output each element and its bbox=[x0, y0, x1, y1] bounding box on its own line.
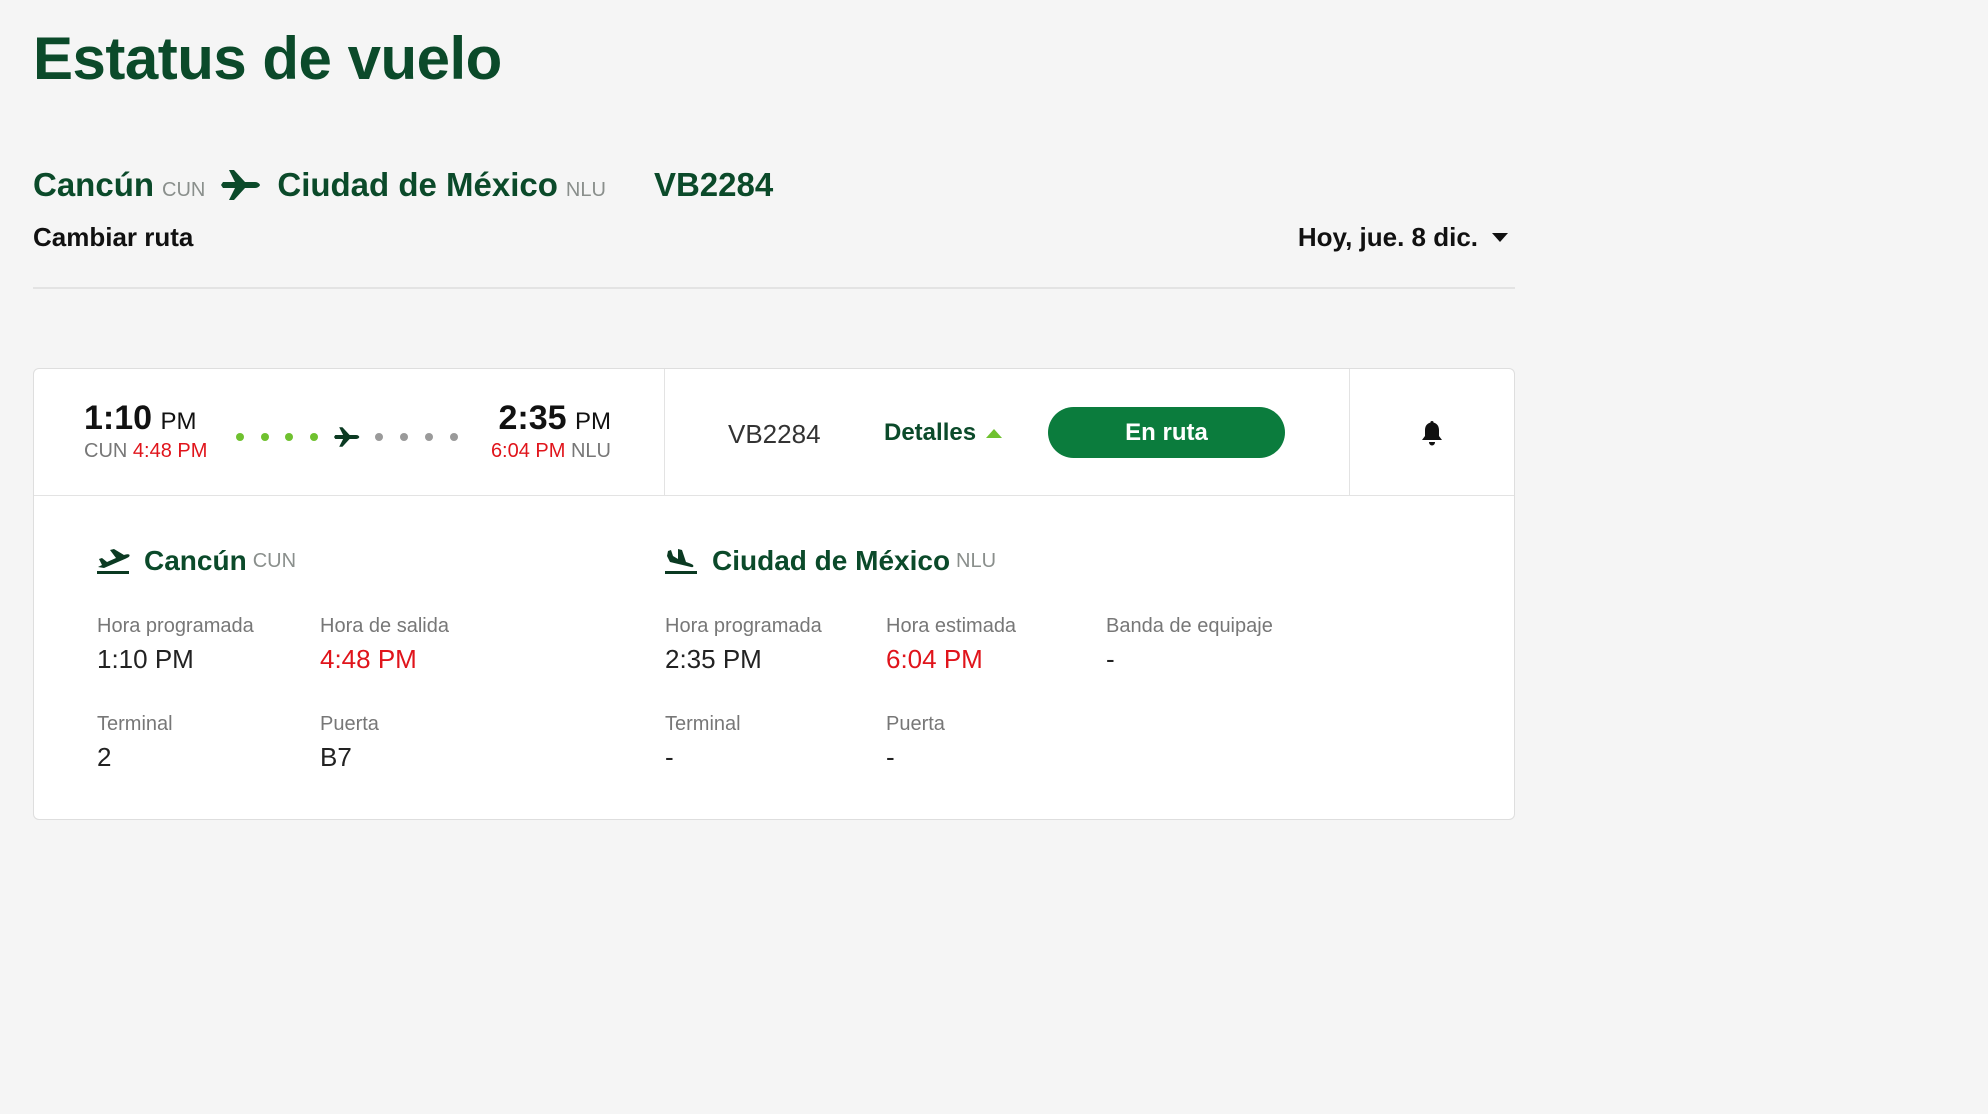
field-label: Terminal bbox=[97, 713, 173, 735]
departure-time: 1:10 bbox=[84, 399, 153, 437]
details-label: Detalles bbox=[884, 419, 977, 446]
divider bbox=[664, 369, 665, 496]
arrival-estimated-time: 6:04 PM bbox=[490, 440, 566, 462]
arrival-terminal-field: Terminal - bbox=[665, 713, 741, 773]
flight-code: VB2284 bbox=[728, 419, 821, 449]
plane-icon bbox=[221, 170, 261, 200]
field-value: 2:35 PM bbox=[665, 644, 762, 674]
progress-dot bbox=[285, 433, 293, 441]
bell-icon[interactable] bbox=[1420, 419, 1444, 447]
caret-up-icon bbox=[986, 428, 1003, 438]
field-label: Hora programada bbox=[97, 615, 254, 637]
departure-code: CUN bbox=[84, 440, 128, 462]
field-value: - bbox=[886, 742, 895, 772]
progress-dot bbox=[450, 433, 458, 441]
field-value: - bbox=[1106, 644, 1115, 674]
arrival-estimated-field: Hora estimada 6:04 PM bbox=[886, 615, 1016, 675]
plane-small-icon bbox=[334, 427, 360, 447]
departure-summary: 1:10 PM CUN 4:48 PM bbox=[84, 399, 207, 463]
progress-dot bbox=[236, 433, 244, 441]
field-label: Hora programada bbox=[665, 615, 822, 637]
field-label: Puerta bbox=[886, 713, 945, 735]
arrival-baggage-field: Banda de equipaje - bbox=[1106, 615, 1273, 675]
departure-city-code: CUN bbox=[252, 549, 297, 572]
origin-code: CUN bbox=[162, 179, 206, 201]
field-label: Terminal bbox=[665, 713, 741, 735]
departure-actual-time: 4:48 PM bbox=[132, 440, 208, 462]
field-label: Banda de equipaje bbox=[1106, 615, 1273, 637]
destination-code: NLU bbox=[565, 179, 606, 201]
divider bbox=[1349, 369, 1350, 496]
divider bbox=[33, 287, 1515, 289]
progress-dot bbox=[375, 433, 383, 441]
date-selector[interactable]: Hoy, jue. 8 dic. bbox=[1298, 222, 1508, 253]
progress-dot bbox=[425, 433, 433, 441]
arrival-summary: 2:35 PM 6:04 PM NLU bbox=[491, 399, 611, 463]
departure-header: Cancún CUN bbox=[96, 545, 296, 577]
arrival-city: Ciudad de México bbox=[712, 545, 951, 576]
change-route-link[interactable]: Cambiar ruta bbox=[33, 222, 193, 253]
arrival-code: NLU bbox=[570, 440, 611, 462]
caret-down-icon bbox=[1492, 233, 1508, 242]
details-toggle[interactable]: Detalles bbox=[884, 419, 1003, 447]
status-badge[interactable]: En ruta bbox=[1048, 407, 1285, 458]
arrival-city-code: NLU bbox=[956, 549, 997, 572]
date-label: Hoy, jue. 8 dic. bbox=[1297, 222, 1478, 252]
field-label: Hora de salida bbox=[320, 615, 449, 637]
origin-city: Cancún bbox=[33, 166, 155, 203]
departure-city: Cancún bbox=[144, 545, 247, 576]
progress-dot bbox=[310, 433, 318, 441]
field-value: 1:10 PM bbox=[97, 644, 194, 674]
departure-terminal-field: Terminal 2 bbox=[97, 713, 173, 773]
departure-scheduled-field: Hora programada 1:10 PM bbox=[97, 615, 254, 675]
arrival-time: 2:35 bbox=[498, 399, 567, 437]
progress-dot bbox=[400, 433, 408, 441]
field-value: - bbox=[665, 742, 674, 772]
field-value: 2 bbox=[97, 742, 112, 772]
flight-number: VB2284 bbox=[653, 166, 774, 203]
field-value: B7 bbox=[320, 742, 352, 772]
takeoff-icon bbox=[97, 549, 130, 574]
arrival-scheduled-field: Hora programada 2:35 PM bbox=[665, 615, 822, 675]
route-header: Cancún CUN Ciudad de México NLU VB2284 bbox=[33, 166, 773, 204]
landing-icon bbox=[665, 549, 697, 574]
field-value: 4:48 PM bbox=[320, 644, 417, 674]
destination-city: Ciudad de México bbox=[277, 166, 558, 203]
field-value: 6:04 PM bbox=[886, 644, 983, 674]
progress-dot bbox=[261, 433, 269, 441]
arrival-ampm: PM bbox=[575, 408, 611, 435]
arrival-gate-field: Puerta - bbox=[886, 713, 945, 773]
departure-gate-field: Puerta B7 bbox=[320, 713, 379, 773]
departure-ampm: PM bbox=[160, 408, 197, 435]
field-label: Hora estimada bbox=[886, 615, 1017, 637]
flight-status-page: Estatus de vuelo Cancún CUN Ciudad de Mé… bbox=[0, 0, 1568, 879]
departure-actual-field: Hora de salida 4:48 PM bbox=[320, 615, 449, 675]
page-title: Estatus de vuelo bbox=[33, 25, 502, 92]
arrival-header: Ciudad de México NLU bbox=[664, 545, 996, 577]
flight-progress-track bbox=[234, 425, 464, 449]
flight-card: 1:10 PM CUN 4:48 PM 2:35 PM 6:04 PM NLU … bbox=[33, 368, 1515, 820]
flight-summary-row: 1:10 PM CUN 4:48 PM 2:35 PM 6:04 PM NLU … bbox=[34, 369, 1514, 496]
field-label: Puerta bbox=[320, 713, 379, 735]
